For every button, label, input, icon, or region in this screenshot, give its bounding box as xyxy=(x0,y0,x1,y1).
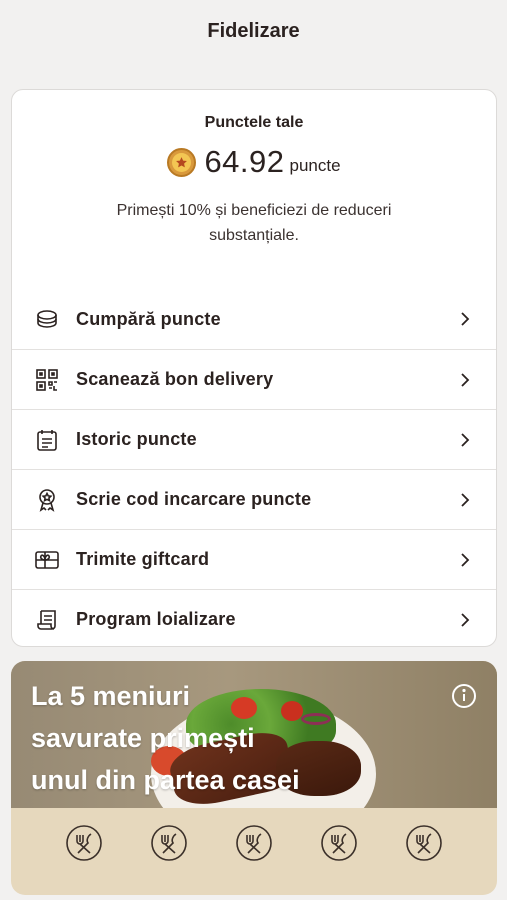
chevron-right-icon xyxy=(458,432,472,447)
fork-knife-icon xyxy=(320,824,358,862)
chevron-right-icon xyxy=(458,612,472,627)
fork-knife-icon xyxy=(405,824,443,862)
app-header: Fidelizare xyxy=(0,0,507,62)
points-summary: Punctele tale 64.92 puncte Primești 10% … xyxy=(12,90,496,289)
fork-knife-icon xyxy=(150,824,188,862)
points-description: Primești 10% și beneficiezi de reduceri … xyxy=(116,202,392,244)
promo-text: La 5 meniuri savurate primești unul din … xyxy=(31,681,300,795)
menu-item-label: Istoric puncte xyxy=(76,429,197,449)
page-title: Fidelizare xyxy=(207,19,300,42)
info-icon[interactable] xyxy=(451,683,477,709)
promo-card[interactable]: La 5 meniuri savurate primești unul din … xyxy=(11,661,497,895)
menu-item-label: Program loializare xyxy=(76,609,236,629)
menu-item-buy-points[interactable]: Cumpără puncte xyxy=(12,289,496,349)
menu-item-enter-code[interactable]: Scrie cod incarcare puncte xyxy=(12,469,496,529)
fork-knife-icon xyxy=(65,824,103,862)
points-value: 64.92 xyxy=(204,144,285,179)
points-label: Punctele tale xyxy=(204,114,304,131)
chevron-right-icon xyxy=(458,372,472,387)
menu-item-label: Scanează bon delivery xyxy=(76,369,274,389)
menu-item-label: Trimite giftcard xyxy=(76,549,210,569)
gift-card-icon xyxy=(34,547,60,573)
menu-item-send-giftcard[interactable]: Trimite giftcard xyxy=(12,529,496,589)
chevron-right-icon xyxy=(458,552,472,567)
promo-banner: La 5 meniuri savurate primești unul din … xyxy=(11,661,497,808)
loyalty-menu: Cumpără puncte Scanează bon delivery Ist… xyxy=(12,289,496,646)
chevron-right-icon xyxy=(458,312,472,326)
receipt-scroll-icon xyxy=(34,607,60,633)
coins-icon xyxy=(34,306,60,332)
loyalty-card: Punctele tale 64.92 puncte Primești 10% … xyxy=(11,89,497,647)
chevron-right-icon xyxy=(458,492,472,507)
points-unit: puncte xyxy=(289,156,341,175)
coin-star-icon xyxy=(167,147,197,177)
points-balance: 64.92 puncte xyxy=(12,144,496,180)
stamp-row xyxy=(11,808,497,895)
menu-item-label: Scrie cod incarcare puncte xyxy=(76,489,312,509)
qr-code-icon xyxy=(34,367,60,393)
fork-knife-icon xyxy=(235,824,273,862)
menu-item-scan-receipt[interactable]: Scanează bon delivery xyxy=(12,349,496,409)
calendar-list-icon xyxy=(34,427,60,453)
menu-item-loyalty-program[interactable]: Program loializare xyxy=(12,589,496,646)
menu-item-label: Cumpără puncte xyxy=(76,308,221,329)
menu-item-points-history[interactable]: Istoric puncte xyxy=(12,409,496,469)
award-badge-icon xyxy=(34,487,60,513)
